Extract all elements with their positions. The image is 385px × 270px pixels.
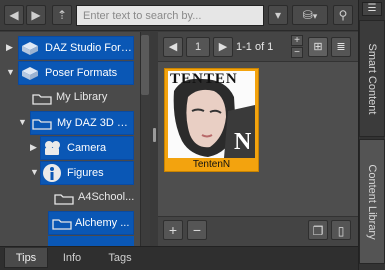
remove-button[interactable]: − [187,220,207,240]
panel-menu-button[interactable]: ☰ [362,2,382,16]
tree-scrollbar-thumb[interactable] [141,35,149,95]
product-thumbnail[interactable]: TENTEN N [168,71,255,158]
product-box-icon [22,42,38,55]
figure-icon [43,164,61,182]
folder-icon [54,194,74,205]
prev-page-button[interactable]: ◀ [163,37,183,57]
chevron-down-icon: ▾ [312,11,318,21]
tree-item-text: Poser Formats [45,67,118,79]
tree-item-text: My DAZ 3D Library [57,117,133,129]
folder-icon [52,219,72,230]
folder-icon [32,94,52,105]
tree-item-text: Alchemy ... [75,217,130,229]
folder-icon [32,119,52,130]
tree-item-a4school[interactable]: A4School... [0,186,140,210]
copy-button[interactable]: ❐ [308,220,328,240]
tree-item-poser-formats[interactable]: ▼ Poser Formats [0,61,140,85]
list-view-button[interactable]: ≣ [331,37,351,57]
page-number-field[interactable]: 1 [186,37,210,57]
page-range-label: 1-1 of 1 [236,41,274,53]
thumbnail-title: TENTEN [170,71,238,87]
tree-item-partial[interactable] [0,236,140,246]
tree-item-text: Camera [67,142,107,154]
collapse-arrow-icon[interactable]: ▼ [30,167,39,177]
zoom-in-button[interactable]: + [291,35,303,46]
database-button[interactable]: ⛁▾ [292,5,328,25]
tree-item-figures[interactable]: ▼ Figures [0,161,140,185]
forward-button[interactable]: ▶ [26,5,46,25]
expand-arrow-icon[interactable]: ▶ [6,42,13,53]
tab-label: Smart Content [366,43,378,114]
file-button[interactable]: ▯ [331,220,351,240]
category-tree: ▶ DAZ Studio Formats ▼ Poser Formats My … [0,32,150,246]
tree-item-alchemy[interactable]: Alchemy ... [0,211,140,235]
splitter-grip[interactable] [153,128,156,142]
tree-item-text: A4School... [78,191,135,203]
tree-item-camera[interactable]: ▶ Camera [0,136,140,160]
zoom-out-button[interactable]: − [291,47,303,58]
thumbnail-badge: N [234,129,252,155]
tree-item-my-library[interactable]: My Library [0,86,140,110]
expand-arrow-icon[interactable]: ▶ [30,142,37,153]
database-icon: ⛁ [302,8,313,22]
search-icon: ⚲ [338,8,348,22]
menu-icon: ☰ [367,3,377,14]
product-box-icon [22,67,38,80]
tree-item-my-daz-3d-library[interactable]: ▼ My DAZ 3D Library [0,111,140,135]
grid-view-icon: ⊞ [313,41,323,53]
tree-item-text: DAZ Studio Formats [45,42,133,54]
tab-content-library[interactable]: Content Library [359,139,385,264]
tree-item-daz-studio-formats[interactable]: ▶ DAZ Studio Formats [0,36,140,60]
tree-item-text: My Library [56,91,108,103]
product-name: TentenN [192,159,231,170]
search-dropdown-button[interactable]: ▾ [268,5,288,25]
search-input[interactable] [76,5,264,26]
tab-tips[interactable]: Tips [4,248,48,268]
collapse-arrow-icon[interactable]: ▼ [18,117,27,127]
tree-item-text: Figures [67,167,104,179]
search-button[interactable]: ⚲ [333,5,353,25]
add-button[interactable]: + [163,220,183,240]
tab-tags[interactable]: Tags [98,248,142,268]
collapse-arrow-icon[interactable]: ▼ [6,67,15,77]
up-button[interactable]: ⇡ [52,5,72,25]
file-icon: ▯ [337,224,345,238]
tree-item-label [48,236,134,246]
grid-view-button[interactable]: ⊞ [308,37,328,57]
camera-icon [45,141,60,155]
back-button[interactable]: ◀ [4,5,24,25]
tab-info[interactable]: Info [52,248,92,268]
list-view-icon: ≣ [336,41,346,53]
tab-label: Content Library [366,163,378,240]
copy-icon: ❐ [312,224,324,238]
tab-smart-content[interactable]: Smart Content [359,20,385,137]
next-page-button[interactable]: ▶ [213,37,233,57]
